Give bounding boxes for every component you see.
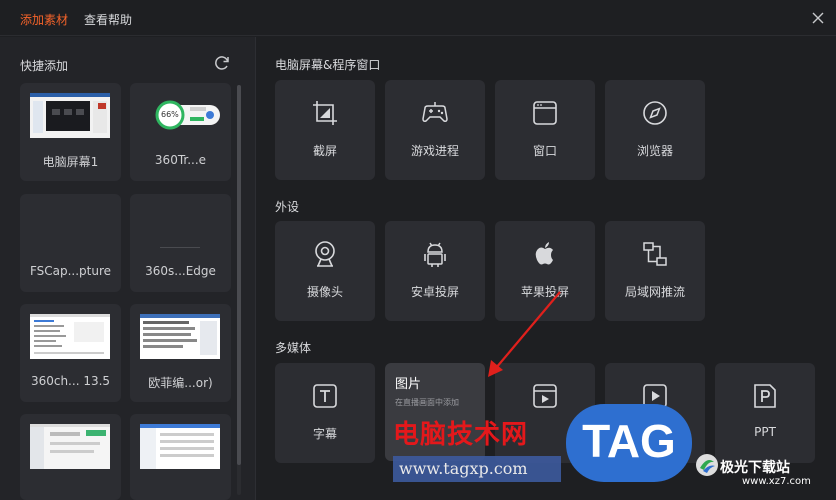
quick-item-label: FSCap...pture	[29, 264, 112, 278]
quick-item-label: 360Tr...e	[154, 153, 207, 167]
quick-item-360tray[interactable]: 66% 360Tr...e	[130, 83, 231, 181]
quick-item-label: 欧菲编...or)	[148, 376, 213, 390]
edge-thumbnail	[140, 204, 220, 249]
card-label: 摄像头	[306, 285, 343, 299]
card-label: 苹果投屏	[520, 285, 569, 299]
card-game-process[interactable]: 游戏进程	[385, 80, 485, 180]
quick-item-7[interactable]	[20, 414, 121, 500]
refresh-icon[interactable]	[212, 53, 232, 73]
tooltip-description: 在直播画面中添加	[395, 398, 459, 407]
gamepad-icon	[422, 102, 448, 122]
card-screenshot[interactable]: 截屏	[275, 80, 375, 180]
quick-item-fscapture[interactable]: FSCap...pture	[20, 194, 121, 292]
card-subtitle[interactable]: 字幕	[275, 363, 375, 463]
cpu-badge: 66%	[161, 110, 179, 119]
window-thumbnail	[30, 424, 110, 469]
card-label: 截屏	[312, 144, 337, 158]
watermark-url-badge: www.tagxp.com	[393, 456, 561, 482]
card-label: 局域网推流	[624, 285, 685, 299]
aurora-logo-icon	[696, 454, 718, 476]
quick-item-label: 360s...Edge	[145, 264, 216, 278]
chrome-thumbnail	[30, 314, 110, 359]
tab-add-material[interactable]: 添加素材	[20, 11, 68, 28]
card-label: 字幕	[312, 427, 337, 441]
tray-thumbnail	[140, 93, 220, 138]
text-icon	[313, 384, 337, 408]
tooltip-title: 图片	[395, 377, 422, 392]
quick-item-360chrome[interactable]: 360ch... 13.5	[20, 304, 121, 402]
watermark-site-name: 极光下载站	[720, 460, 790, 476]
sidebar-scrollbar-thumb[interactable]	[237, 85, 241, 465]
video-icon	[533, 384, 557, 408]
quick-add-title: 快捷添加	[20, 59, 69, 73]
card-apple-cast[interactable]: 苹果投屏	[495, 221, 595, 321]
quick-item-label: 360ch... 13.5	[30, 374, 111, 388]
close-icon[interactable]	[808, 8, 828, 28]
quick-item-8[interactable]	[130, 414, 231, 500]
watermark-brand: 电脑技术网	[393, 420, 529, 450]
tab-help[interactable]: 查看帮助	[84, 11, 132, 28]
watermark-tag: TAG	[582, 415, 676, 467]
section-title-media: 多媒体	[275, 341, 312, 355]
card-android-cast[interactable]: 安卓投屏	[385, 221, 485, 321]
watermark-site-url: www.xz7.com	[742, 476, 811, 487]
webcam-icon	[315, 241, 335, 267]
crop-icon	[313, 101, 337, 125]
card-label: PPT	[754, 425, 776, 439]
section-title-screen: 电脑屏幕&程序窗口	[275, 58, 381, 72]
title-bar: 添加素材 查看帮助	[0, 0, 836, 36]
quick-item-360edge[interactable]: 360s...Edge	[130, 194, 231, 292]
card-ppt[interactable]: PPT	[715, 363, 815, 463]
card-browser[interactable]: 浏览器	[605, 80, 705, 180]
source-panel: 电脑屏幕&程序窗口 截屏 游戏进程 窗口 浏览器 外设 摄像头 安卓投屏 苹果投…	[256, 37, 836, 500]
card-window[interactable]: 窗口	[495, 80, 595, 180]
watermark-tag-logo: TAG	[566, 404, 692, 482]
window-thumbnail	[140, 424, 220, 469]
section-title-devices: 外设	[275, 200, 300, 214]
screen-thumbnail	[30, 93, 110, 138]
card-lan-stream[interactable]: 局域网推流	[605, 221, 705, 321]
quick-item-label: 电脑屏幕1	[42, 155, 99, 169]
android-icon	[424, 242, 446, 267]
network-icon	[643, 242, 667, 266]
compass-icon	[643, 101, 667, 125]
ppt-icon	[754, 384, 776, 408]
card-webcam[interactable]: 摄像头	[275, 221, 375, 321]
quick-item-oufei[interactable]: 欧菲编...or)	[130, 304, 231, 402]
quick-add-panel: 快捷添加 电脑屏幕1 66% 360Tr...e FSCap...pture 3…	[0, 37, 256, 500]
editor-thumbnail	[140, 314, 220, 359]
card-label: 浏览器	[636, 144, 673, 158]
window-icon	[533, 101, 557, 125]
watermark-url: www.tagxp.com	[399, 459, 528, 478]
apple-icon	[535, 242, 553, 265]
quick-item-screen1[interactable]: 电脑屏幕1	[20, 83, 121, 181]
card-label: 安卓投屏	[410, 285, 459, 299]
card-label: 窗口	[532, 144, 557, 158]
card-label: 游戏进程	[410, 144, 459, 158]
